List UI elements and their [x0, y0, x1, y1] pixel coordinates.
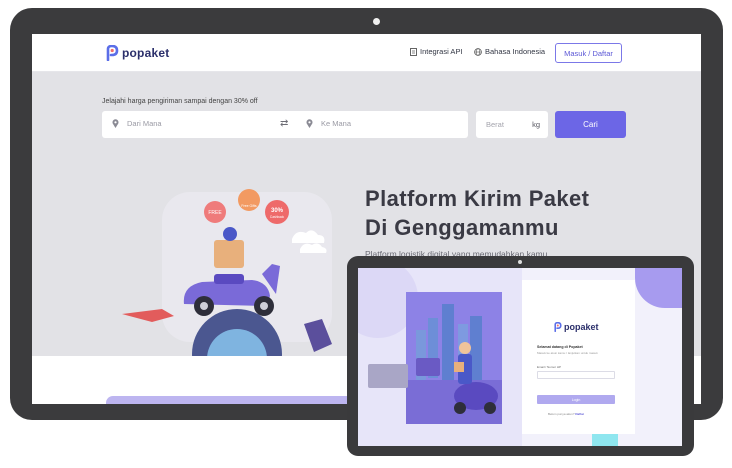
tablet-signup-prefix: Belum punya akun? [548, 412, 575, 416]
language-label: Bahasa Indonesia [485, 47, 546, 56]
tablet-welcome-hint: Masuk ke akun kamu / lanjutkan untuk mas… [537, 351, 598, 355]
tablet-popaket-logo: popaket [554, 322, 599, 332]
courier-scene [358, 268, 522, 446]
navbar: popaket Integrasi API Bahasa Indonesia M… [32, 34, 701, 72]
tablet-login-panel [522, 280, 635, 434]
origin-field[interactable]: Dari Mana [112, 119, 162, 128]
swap-icon[interactable]: ⇄ [280, 118, 288, 129]
hero-title: Platform Kirim Paket Di Genggamanmu [365, 184, 589, 242]
laptop-camera [373, 18, 380, 25]
login-register-button[interactable]: Masuk / Daftar [555, 43, 622, 63]
tablet-parcel-icon [454, 362, 464, 372]
origin-placeholder: Dari Mana [127, 119, 162, 128]
destination-field[interactable]: Ke Mana [306, 119, 351, 128]
popaket-logo-icon [106, 45, 119, 61]
language-selector[interactable]: Bahasa Indonesia [474, 47, 545, 56]
hero-title-line-2: Di Genggamanmu [365, 215, 559, 240]
svg-text:30%: 30% [271, 208, 284, 214]
weight-placeholder: Berat [486, 120, 504, 129]
document-icon [410, 47, 417, 56]
weight-unit: kg [532, 120, 540, 129]
promo-badge-cashback: 30% Cashback [265, 200, 289, 224]
integrasi-api-label: Integrasi API [420, 47, 463, 56]
hero-title-line-1: Platform Kirim Paket [365, 186, 590, 211]
tablet-signup-text: Belum punya akun? Daftar [548, 412, 584, 416]
tablet-welcome-heading: Selamat datang di Popaket [537, 345, 583, 349]
tablet-login-button[interactable]: Login [537, 395, 615, 404]
tablet-city-illustration [358, 268, 522, 446]
svg-text:FREE: FREE [208, 210, 222, 216]
tablet-accent-shape [635, 268, 682, 308]
promo-badge-gift: Free Gifts [238, 189, 260, 211]
route-search-box: Dari Mana ⇄ Ke Mana [102, 111, 468, 138]
tablet-screen: popaket Selamat datang di Popaket Masuk … [358, 268, 682, 446]
globe-icon [474, 47, 482, 56]
tablet-frame: popaket Selamat datang di Popaket Masuk … [347, 256, 694, 456]
svg-text:Free Gifts: Free Gifts [241, 204, 257, 208]
logo-text: popaket [122, 46, 170, 60]
tablet-email-input[interactable] [537, 371, 615, 379]
tablet-email-label: Email / Nomor HP [537, 365, 562, 369]
location-pin-icon [306, 119, 313, 128]
hero-scooter-illustration: FREE Free Gifts 30% Cashback [122, 189, 332, 359]
promo-badge-free: FREE [204, 201, 226, 223]
promo-text: Jelajahi harga pengiriman sampai dengan … [102, 98, 258, 105]
integrasi-api-link[interactable]: Integrasi API [410, 47, 463, 56]
popaket-logo[interactable]: popaket [106, 44, 169, 62]
weight-field[interactable]: Berat kg [476, 111, 548, 138]
parcel-box-icon [214, 240, 244, 268]
search-button[interactable]: Cari [555, 111, 626, 138]
tablet-signup-link[interactable]: Daftar [575, 412, 584, 416]
tablet-camera [518, 260, 522, 264]
popaket-logo-icon [554, 322, 562, 332]
destination-placeholder: Ke Mana [321, 119, 352, 128]
svg-text:Cashback: Cashback [270, 215, 285, 219]
tablet-logo-text: popaket [564, 322, 599, 332]
location-pin-icon [112, 119, 119, 128]
